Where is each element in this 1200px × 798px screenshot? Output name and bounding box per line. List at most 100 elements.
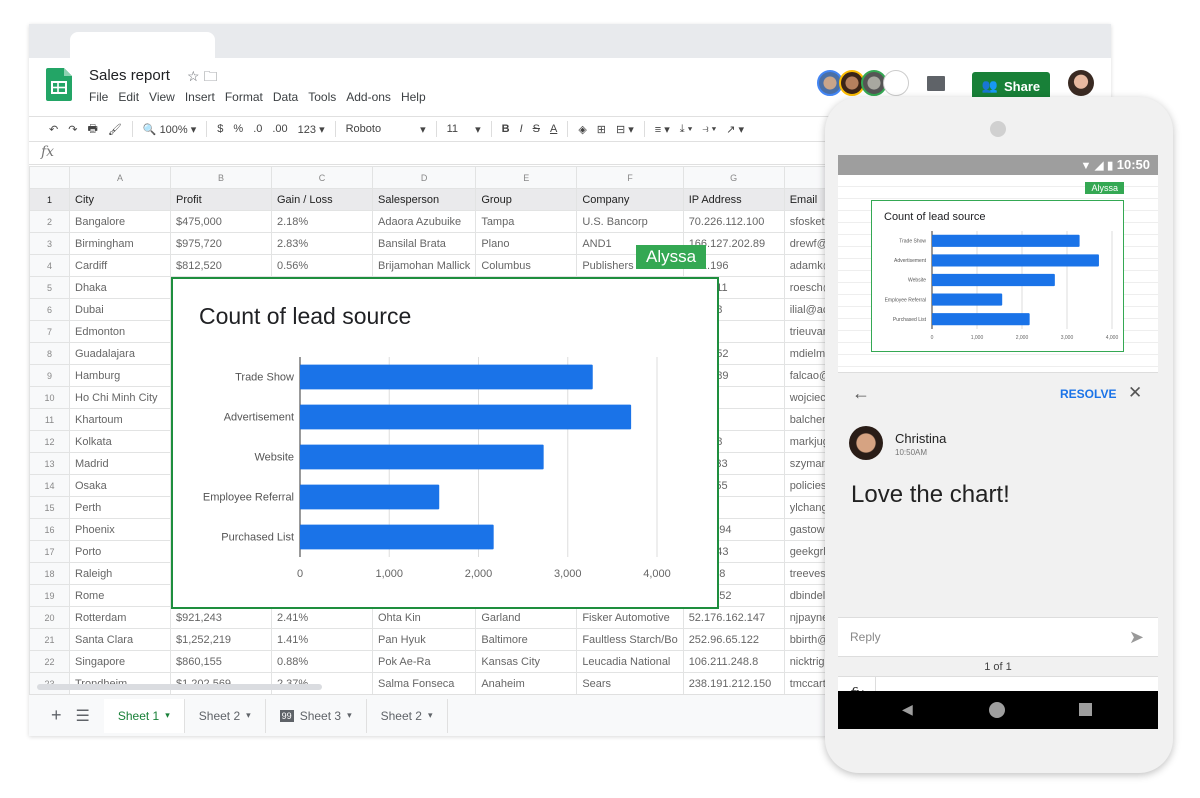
- row-number[interactable]: 10: [29, 386, 70, 409]
- cell[interactable]: Birmingham: [69, 232, 171, 255]
- row-number[interactable]: 12: [29, 430, 70, 453]
- paint-format-icon[interactable]: 🖌: [108, 123, 122, 136]
- italic-button[interactable]: I: [520, 123, 523, 135]
- cell[interactable]: Guadalajara: [69, 342, 171, 365]
- cell[interactable]: Phoenix: [69, 518, 171, 541]
- cell[interactable]: Leucadia National: [576, 650, 684, 673]
- column-header[interactable]: G: [682, 166, 785, 189]
- row-number[interactable]: 20: [29, 606, 70, 629]
- star-icon[interactable]: ☆: [187, 68, 200, 84]
- row-number[interactable]: 18: [29, 562, 70, 585]
- resolve-button[interactable]: RESOLVE: [1060, 387, 1116, 401]
- header-cell[interactable]: Company: [576, 188, 684, 211]
- cell[interactable]: Ho Chi Minh City: [69, 386, 171, 409]
- horizontal-scrollbar[interactable]: [37, 684, 322, 690]
- cell[interactable]: Pan Hyuk: [371, 628, 477, 651]
- currency-button[interactable]: $: [217, 123, 223, 135]
- menu-help[interactable]: Help: [401, 90, 426, 104]
- row-number[interactable]: 16: [29, 518, 70, 541]
- row-number[interactable]: 17: [29, 540, 70, 563]
- browser-tab[interactable]: [70, 32, 215, 60]
- nav-recents-icon[interactable]: [1079, 703, 1092, 716]
- cell[interactable]: Singapore: [69, 650, 171, 673]
- cell[interactable]: 252.96.65.122: [682, 628, 785, 651]
- row-number[interactable]: 14: [29, 474, 70, 497]
- merge-cells-icon[interactable]: ⊟ ▾: [616, 123, 634, 136]
- comments-icon[interactable]: [927, 76, 945, 91]
- cell[interactable]: 0.88%: [271, 650, 373, 673]
- header-cell[interactable]: Gain / Loss: [271, 188, 373, 211]
- cell[interactable]: Rome: [69, 584, 171, 607]
- mini-chart-container[interactable]: Count of lead source 0 1,000 2,000 3,000 4,0…: [871, 200, 1124, 352]
- cell[interactable]: Porto: [69, 540, 171, 563]
- corner-cell[interactable]: [29, 166, 70, 189]
- row-number[interactable]: 8: [29, 342, 70, 365]
- font-size-select[interactable]: 11 ▾: [447, 123, 481, 136]
- cell[interactable]: Adaora Azubuike: [371, 210, 477, 233]
- text-color-button[interactable]: A: [550, 123, 557, 135]
- cell[interactable]: Kolkata: [69, 430, 171, 453]
- document-title[interactable]: Sales report: [89, 67, 170, 84]
- all-sheets-icon[interactable]: ☰: [76, 706, 90, 726]
- menu-edit[interactable]: Edit: [118, 90, 139, 104]
- cell[interactable]: 0.56%: [271, 254, 373, 277]
- cell[interactable]: Santa Clara: [69, 628, 171, 651]
- row-number[interactable]: 1: [29, 188, 70, 211]
- cell[interactable]: Rotterdam: [69, 606, 171, 629]
- header-cell[interactable]: City: [69, 188, 171, 211]
- cell[interactable]: U.S. Bancorp: [576, 210, 684, 233]
- cell[interactable]: 1.41%: [271, 628, 373, 651]
- row-number[interactable]: 5: [29, 276, 70, 299]
- cell[interactable]: Anaheim: [475, 672, 578, 695]
- menu-data[interactable]: Data: [273, 90, 298, 104]
- cell[interactable]: Pok Ae-Ra: [371, 650, 477, 673]
- sheet-tab[interactable]: Sheet 1 ▾: [103, 698, 185, 733]
- font-select[interactable]: Roboto ▾: [346, 123, 426, 136]
- row-number[interactable]: 11: [29, 408, 70, 431]
- number-format-select[interactable]: 123 ▾: [298, 123, 325, 136]
- cell[interactable]: Raleigh: [69, 562, 171, 585]
- reply-field[interactable]: Reply ➤: [838, 617, 1158, 657]
- menu-insert[interactable]: Insert: [185, 90, 215, 104]
- chart-container[interactable]: Count of lead source 0 1,000 2,000 3,000 4,0…: [171, 277, 719, 609]
- more-collaborators-icon[interactable]: [883, 70, 909, 96]
- cell[interactable]: Brijamohan Mallick: [371, 254, 477, 277]
- header-cell[interactable]: Group: [475, 188, 578, 211]
- cell[interactable]: Sears: [576, 672, 684, 695]
- sheet-tab[interactable]: Sheet 2 ▾: [367, 698, 448, 733]
- header-cell[interactable]: Profit: [170, 188, 272, 211]
- percent-button[interactable]: %: [233, 123, 243, 135]
- wrap-icon[interactable]: ⥽ ▾: [702, 123, 716, 136]
- cell[interactable]: Madrid: [69, 452, 171, 475]
- sheets-logo-icon[interactable]: [46, 68, 72, 101]
- valign-icon[interactable]: ⤓ ▾: [680, 123, 693, 136]
- send-icon[interactable]: ➤: [1129, 627, 1144, 648]
- row-number[interactable]: 6: [29, 298, 70, 321]
- print-icon[interactable]: 🖶: [87, 120, 97, 139]
- column-header[interactable]: B: [170, 166, 272, 189]
- menu-file[interactable]: File: [89, 90, 108, 104]
- rotate-icon[interactable]: ↗ ▾: [726, 123, 744, 136]
- cell[interactable]: 2.18%: [271, 210, 373, 233]
- header-cell[interactable]: Salesperson: [371, 188, 477, 211]
- bold-button[interactable]: B: [502, 123, 510, 135]
- row-number[interactable]: 13: [29, 452, 70, 475]
- cell[interactable]: 106.211.248.8: [682, 650, 785, 673]
- cell[interactable]: Osaka: [69, 474, 171, 497]
- nav-back-icon[interactable]: ◀: [902, 701, 913, 718]
- cell[interactable]: Faultless Starch/Bo: [576, 628, 684, 651]
- zoom-select[interactable]: 🔍 100% ▾: [143, 123, 196, 136]
- row-number[interactable]: 3: [29, 232, 70, 255]
- redo-icon[interactable]: ↷: [68, 123, 77, 136]
- nav-home-icon[interactable]: [989, 702, 1005, 718]
- cell[interactable]: Bansilal Brata: [371, 232, 477, 255]
- column-header[interactable]: C: [271, 166, 373, 189]
- menu-addons[interactable]: Add-ons: [346, 90, 391, 104]
- undo-icon[interactable]: ↶: [49, 123, 58, 136]
- column-header[interactable]: E: [475, 166, 578, 189]
- cell[interactable]: 2.83%: [271, 232, 373, 255]
- sheet-tab[interactable]: 99 Sheet 3 ▾: [266, 698, 367, 733]
- column-header[interactable]: A: [69, 166, 171, 189]
- cell[interactable]: Edmonton: [69, 320, 171, 343]
- cell[interactable]: Kansas City: [475, 650, 578, 673]
